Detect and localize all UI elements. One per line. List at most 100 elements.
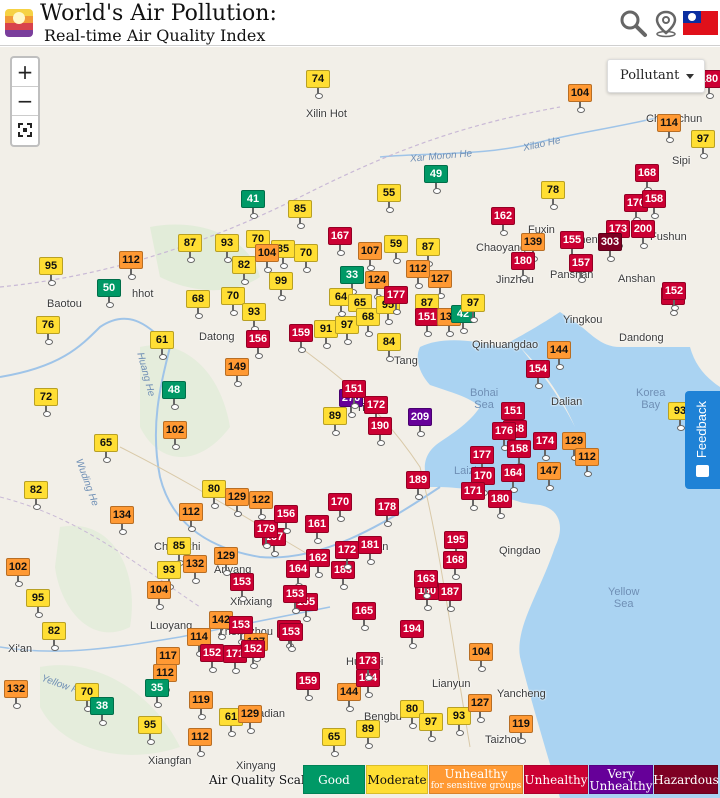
aqi-station-marker[interactable]: 99	[269, 272, 293, 301]
aqi-station-marker[interactable]: 151	[501, 402, 525, 431]
aqi-station-marker[interactable]: 65	[322, 728, 346, 757]
legend-unhealthy[interactable]: Unhealthy	[524, 765, 588, 794]
aqi-station-marker[interactable]: 168	[635, 164, 659, 193]
aqi-station-marker[interactable]: 78	[541, 181, 565, 210]
aqi-station-marker[interactable]: 82	[24, 481, 48, 510]
aqi-station-marker[interactable]: 161	[305, 515, 329, 544]
aqi-station-marker[interactable]: 177	[384, 286, 408, 315]
taiwan-flag-icon[interactable]	[683, 11, 718, 35]
aqi-station-marker[interactable]: 129	[214, 547, 238, 576]
aqi-station-marker[interactable]: 164	[501, 464, 525, 493]
aqi-station-marker[interactable]: 70	[221, 287, 245, 316]
aqi-station-marker[interactable]: 85	[288, 200, 312, 229]
aqi-station-marker[interactable]: 157	[569, 254, 593, 283]
feedback-tab[interactable]: Feedback	[685, 391, 720, 489]
aqi-station-marker[interactable]: 89	[356, 720, 380, 749]
aqi-station-marker[interactable]: 72	[34, 388, 58, 417]
aqi-station-marker[interactable]: 119	[189, 691, 213, 720]
aqi-station-marker[interactable]: 104	[469, 643, 493, 672]
aqi-station-marker[interactable]: 74	[306, 70, 330, 99]
aqi-station-marker[interactable]: 127	[428, 270, 452, 299]
aqi-station-marker[interactable]: 153	[283, 585, 307, 614]
aqi-station-marker[interactable]: 76	[36, 316, 60, 345]
map-canvas[interactable]: Xilin Hot Baotou hhot Datong Chaoyang Fu…	[0, 47, 720, 798]
aqi-station-marker[interactable]: 177	[470, 446, 494, 475]
legend-good[interactable]: Good	[303, 765, 365, 794]
aqi-station-marker[interactable]: 167	[328, 227, 352, 256]
aqi-station-marker[interactable]: 112	[575, 448, 599, 477]
aqi-station-marker[interactable]: 152	[241, 640, 265, 669]
aqi-station-marker[interactable]: 112	[119, 251, 143, 280]
aqi-station-marker[interactable]: 97	[419, 713, 443, 742]
aqi-station-marker[interactable]: 68	[186, 290, 210, 319]
aqi-station-marker[interactable]: 87	[416, 238, 440, 267]
aqi-station-marker[interactable]: 159	[296, 672, 320, 701]
aqi-station-marker[interactable]: 187	[438, 583, 462, 612]
aqi-station-marker[interactable]: 102	[6, 558, 30, 587]
aqi-station-marker[interactable]: 176	[492, 422, 516, 451]
aqi-station-marker[interactable]: 181	[358, 536, 382, 565]
aqi-station-marker[interactable]: 112	[188, 728, 212, 757]
aqi-station-marker[interactable]: 129	[238, 705, 262, 734]
aqi-station-marker[interactable]: 183	[331, 561, 355, 590]
aqi-station-marker[interactable]: 154	[526, 360, 550, 389]
aqi-station-marker[interactable]: 102	[163, 421, 187, 450]
aqi-station-marker[interactable]: 93	[215, 234, 239, 263]
aqi-station-marker[interactable]: 107	[358, 242, 382, 271]
aqi-station-marker[interactable]: 158	[642, 190, 666, 219]
aqi-station-marker[interactable]: 132	[183, 555, 207, 584]
aqi-station-marker[interactable]: 35	[145, 679, 169, 708]
aqi-station-marker[interactable]: 127	[468, 694, 492, 723]
aqi-station-marker[interactable]: 144	[547, 341, 571, 370]
aqi-station-marker[interactable]: 170	[328, 493, 352, 522]
aqi-station-marker[interactable]: 61	[150, 331, 174, 360]
aqi-station-marker[interactable]: 168	[443, 551, 467, 580]
fullscreen-button[interactable]	[12, 116, 38, 145]
aqi-station-marker[interactable]: 151	[342, 380, 366, 409]
aqi-station-marker[interactable]: 112	[406, 260, 430, 289]
aqi-station-marker[interactable]: 195	[444, 531, 468, 560]
aqi-station-marker[interactable]: 180	[511, 252, 535, 281]
aqi-station-marker[interactable]: 41	[241, 190, 265, 219]
aqi-station-marker[interactable]: 151	[415, 308, 439, 337]
aqi-station-marker[interactable]: 33	[340, 266, 364, 295]
aqi-station-marker[interactable]: 156	[246, 330, 270, 359]
aqi-station-marker[interactable]: 155	[560, 231, 584, 260]
aqi-station-marker[interactable]: 97	[691, 130, 715, 159]
aqi-station-marker[interactable]: 89	[323, 407, 347, 436]
search-icon[interactable]	[618, 8, 648, 38]
zoom-out-button[interactable]: −	[12, 87, 38, 116]
aqi-station-marker[interactable]: 97	[461, 294, 485, 323]
aqi-station-marker[interactable]: 163	[414, 570, 438, 599]
aqi-station-marker[interactable]: 165	[352, 602, 376, 631]
legend-very-unhealthy[interactable]: Very Unhealthy	[589, 765, 653, 794]
aqi-station-marker[interactable]: 189	[406, 471, 430, 500]
aqi-station-marker[interactable]: 95	[138, 716, 162, 745]
aqi-station-marker[interactable]: 93	[157, 561, 181, 590]
aqi-station-marker[interactable]: 59	[384, 235, 408, 264]
aqi-station-marker[interactable]: 162	[491, 207, 515, 236]
aqi-station-marker[interactable]: 194	[400, 620, 424, 649]
legend-usg[interactable]: Unhealthy for sensitive groups	[429, 765, 523, 794]
aqi-station-marker[interactable]: 55	[377, 184, 401, 213]
aqi-station-marker[interactable]: 38	[90, 697, 114, 726]
pollutant-select[interactable]: Pollutant	[607, 59, 705, 93]
aqi-station-marker[interactable]: 87	[178, 234, 202, 263]
aqi-station-marker[interactable]: 82	[42, 622, 66, 651]
aqi-station-marker[interactable]: 114	[657, 114, 681, 143]
aqi-station-marker[interactable]: 134	[110, 506, 134, 535]
aqi-station-marker[interactable]: 93	[242, 303, 266, 332]
legend-hazardous[interactable]: Hazardous	[653, 765, 719, 794]
aqi-station-marker[interactable]: 172	[364, 396, 388, 425]
aqi-station-marker[interactable]: 80	[202, 480, 226, 509]
aqi-station-marker[interactable]: 147	[537, 462, 561, 491]
aqi-station-marker[interactable]: 84	[377, 333, 401, 362]
aqi-station-marker[interactable]: 171	[461, 482, 485, 511]
aqi-station-marker[interactable]: 173	[356, 652, 380, 681]
aqi-station-marker[interactable]: 119	[509, 715, 533, 744]
aqi-station-marker[interactable]: 112	[179, 503, 203, 532]
aqi-station-marker[interactable]: 152	[200, 644, 224, 673]
aqi-station-marker[interactable]: 172	[335, 541, 359, 570]
aqi-station-marker[interactable]: 95	[26, 589, 50, 618]
aqi-station-marker[interactable]: 159	[289, 324, 313, 353]
